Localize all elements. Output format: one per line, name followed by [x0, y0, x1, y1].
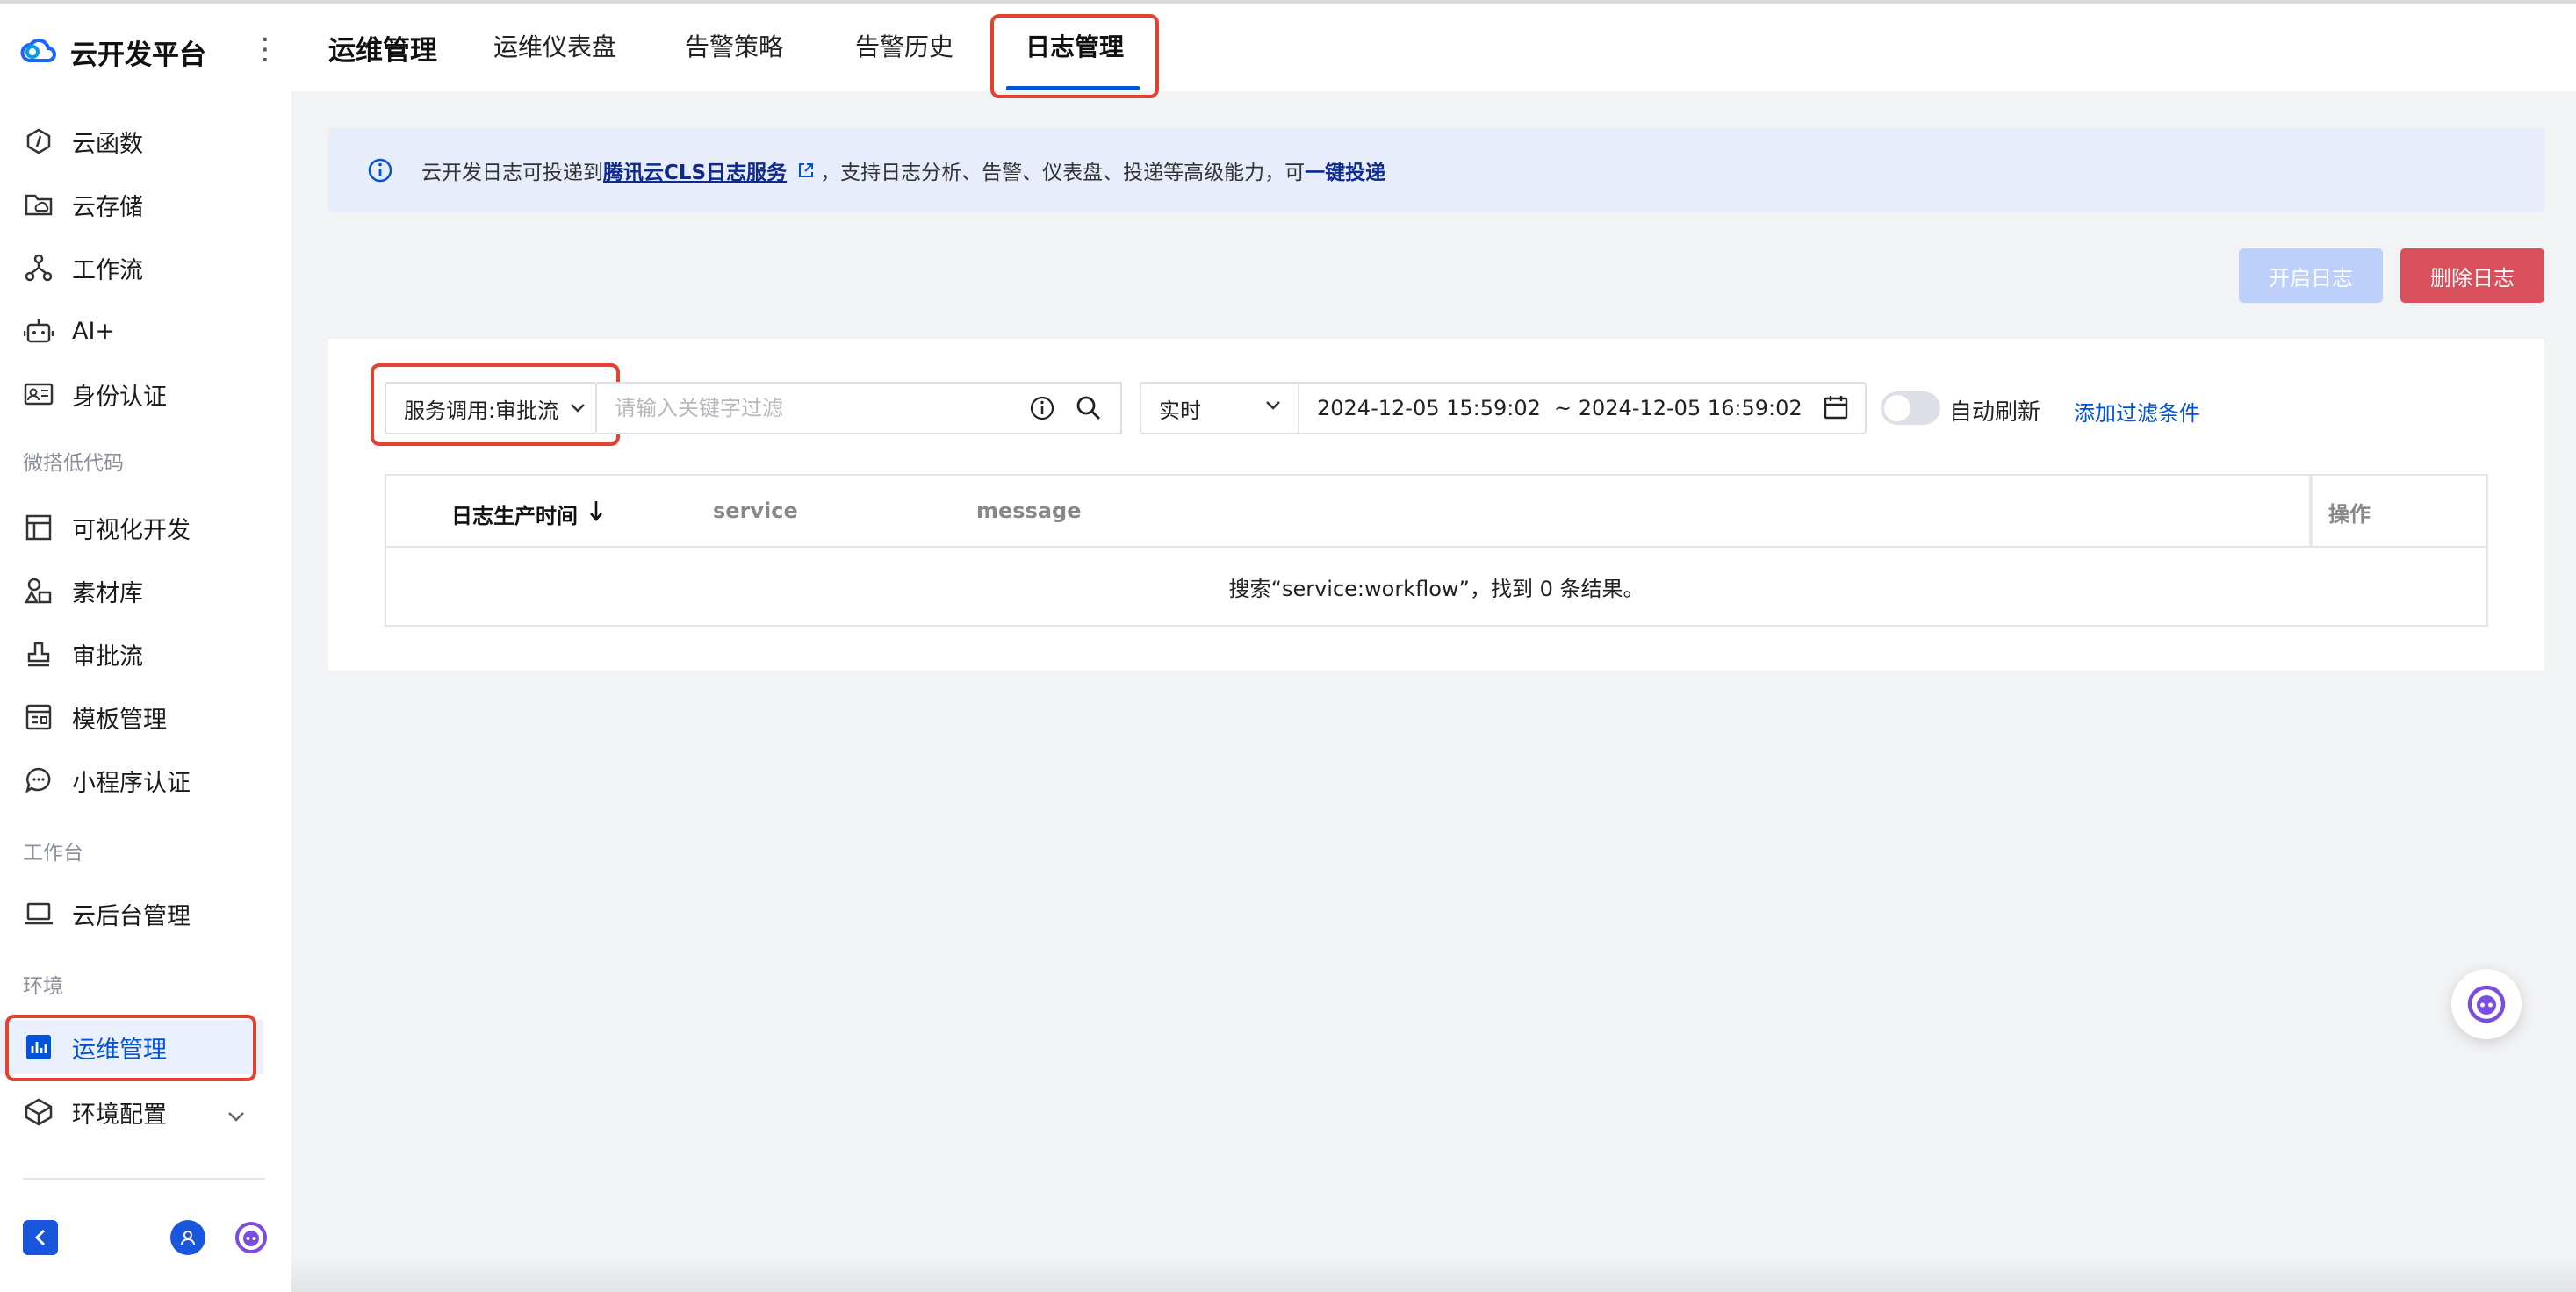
chevron-down-icon — [1264, 399, 1282, 412]
external-link-icon[interactable] — [797, 162, 815, 179]
top-header: 运维管理 运维仪表盘 告警策略 告警历史 日志管理 — [291, 4, 2576, 91]
search-input[interactable] — [613, 395, 1029, 421]
sidebar-divider — [23, 1178, 265, 1180]
sidebar-item-label: 云存储 — [72, 193, 143, 221]
brand[interactable]: 云开发平台 — [19, 30, 206, 74]
search-icon[interactable] — [1075, 394, 1103, 422]
floating-assistant-button[interactable] — [2451, 969, 2522, 1039]
time-end[interactable]: ~ 2024-12-05 16:59:02 — [1554, 396, 1802, 420]
id-card-icon — [23, 378, 54, 410]
sidebar-item-identity[interactable]: 身份认证 — [0, 367, 263, 421]
info-text-prefix: 云开发日志可投递到 — [421, 162, 603, 184]
collapse-sidebar-icon[interactable] — [23, 1220, 58, 1255]
sidebar-item-label: 云后台管理 — [72, 902, 191, 930]
laptop-icon — [23, 898, 54, 930]
col-service: service — [713, 499, 798, 523]
auto-refresh-toggle[interactable] — [1881, 391, 1940, 425]
sidebar-item-label: AI+ — [72, 317, 116, 345]
bottom-fade — [291, 1255, 2576, 1292]
col-operations-label: 操作 — [2328, 502, 2371, 527]
page-title: 运维管理 — [328, 35, 437, 67]
auto-refresh-label: 自动刷新 — [1949, 399, 2041, 426]
sidebar-item-label: 身份认证 — [72, 383, 167, 411]
sort-down-icon[interactable] — [588, 499, 604, 523]
tab-alert-history[interactable]: 告警历史 — [855, 28, 953, 63]
calendar-icon[interactable] — [1823, 394, 1849, 420]
sidebar: 云开发平台 ⋮ 云函数 云存储 工作流 AI+ 身份认证 微搭低代码 可视化开发… — [0, 4, 291, 1292]
info-circle-icon[interactable] — [1029, 395, 1055, 421]
assistant-bot-icon[interactable] — [234, 1220, 269, 1255]
highlight-service-select — [371, 363, 620, 446]
one-click-deliver-link[interactable]: 一键投递 — [1305, 155, 1385, 185]
sidebar-item-label: 可视化开发 — [72, 516, 191, 544]
more-vertical-icon[interactable]: ⋮ — [250, 30, 280, 68]
section-lowcode: 微搭低代码 — [23, 452, 124, 475]
info-text-middle: ，支持日志分析、告警、仪表盘、投递等高级能力，可 — [820, 162, 1306, 184]
sidebar-item-cloud-function[interactable]: 云函数 — [0, 114, 263, 169]
robot-icon — [23, 315, 54, 347]
chevron-down-icon[interactable] — [227, 1102, 246, 1130]
sidebar-item-approval[interactable]: 审批流 — [0, 627, 263, 681]
highlight-sidebar-ops — [5, 1015, 256, 1081]
layout-icon — [23, 512, 54, 543]
sidebar-item-label: 模板管理 — [72, 706, 167, 734]
sidebar-item-cloud-admin[interactable]: 云后台管理 — [0, 886, 263, 941]
empty-result-text: 搜索“service:workflow”，找到 0 条结果。 — [1228, 576, 1644, 601]
time-mode-select[interactable]: 实时 — [1141, 384, 1299, 433]
tab-ops-dashboard[interactable]: 运维仪表盘 — [493, 28, 616, 63]
sidebar-item-cloud-storage[interactable]: 云存储 — [0, 177, 263, 232]
cls-service-link[interactable]: 腾讯云CLS日志服务 — [603, 155, 787, 185]
template-icon — [23, 701, 54, 733]
sidebar-item-label: 工作流 — [72, 256, 143, 284]
table-header: 日志生产时间 service message 操作 — [386, 476, 2486, 548]
log-table: 日志生产时间 service message 操作 搜索“service:wor… — [385, 474, 2488, 627]
sidebar-item-label: 云函数 — [72, 130, 143, 158]
info-icon — [367, 157, 393, 183]
col-operations: 操作 — [2309, 476, 2486, 546]
sidebar-item-label: 小程序认证 — [72, 769, 191, 797]
sidebar-item-ai[interactable]: AI+ — [0, 304, 263, 358]
assistant-bot-icon — [2467, 985, 2506, 1023]
sidebar-item-label: 审批流 — [72, 642, 143, 671]
user-avatar-icon[interactable] — [170, 1220, 205, 1255]
stamp-icon — [23, 638, 54, 670]
delete-log-button[interactable]: 删除日志 — [2400, 248, 2544, 303]
keyword-search — [597, 382, 1122, 434]
col-log-time[interactable]: 日志生产时间 — [451, 499, 578, 529]
sidebar-item-assets[interactable]: 素材库 — [0, 563, 263, 618]
cube-icon — [23, 1096, 54, 1128]
brand-title: 云开发平台 — [70, 39, 206, 71]
add-filter-link[interactable]: 添加过滤条件 — [2074, 396, 2200, 427]
shapes-icon — [23, 575, 54, 607]
function-icon — [23, 126, 54, 157]
cloud-logo-icon — [20, 39, 56, 62]
sidebar-item-env-config[interactable]: 环境配置 — [0, 1085, 263, 1139]
col-message: message — [976, 499, 1082, 523]
tab-alert-policy[interactable]: 告警策略 — [685, 28, 783, 63]
sidebar-item-label: 环境配置 — [72, 1101, 167, 1129]
sidebar-item-workflow[interactable]: 工作流 — [0, 240, 263, 295]
sidebar-item-visual-dev[interactable]: 可视化开发 — [0, 500, 263, 555]
folder-cloud-icon — [23, 189, 54, 220]
time-range-picker: 实时 2024-12-05 15:59:02 ~ 2024-12-05 16:5… — [1140, 382, 1867, 434]
workflow-icon — [23, 252, 54, 284]
section-workbench: 工作台 — [23, 842, 83, 865]
time-mode-value: 实时 — [1159, 398, 1201, 423]
sidebar-item-templates[interactable]: 模板管理 — [0, 690, 263, 744]
highlight-tab-log — [990, 14, 1159, 98]
chat-bubble-icon — [23, 764, 54, 796]
sidebar-item-miniprogram[interactable]: 小程序认证 — [0, 753, 263, 808]
info-banner: 云开发日志可投递到 腾讯云CLS日志服务 ，支持日志分析、告警、仪表盘、投递等高… — [328, 128, 2544, 212]
toggle-knob — [1884, 395, 1910, 421]
sidebar-item-label: 素材库 — [72, 579, 143, 607]
section-env: 环境 — [23, 975, 63, 998]
enable-log-button[interactable]: 开启日志 — [2239, 248, 2383, 303]
time-start[interactable]: 2024-12-05 15:59:02 — [1317, 396, 1541, 420]
